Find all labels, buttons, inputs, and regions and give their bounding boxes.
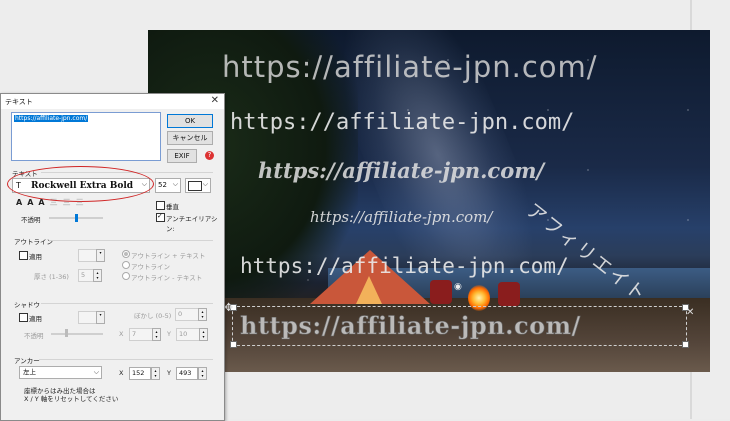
font-size-select[interactable]: 52 ⌵	[155, 178, 181, 193]
outline-option-label: アウトライン	[131, 263, 170, 271]
dialog-titlebar[interactable]: テキスト ✕	[1, 94, 224, 109]
shadow-color-picker[interactable]	[78, 311, 98, 324]
camp-chair	[430, 280, 452, 304]
watermark-text[interactable]: https://affiliate-jpn.com/	[310, 208, 492, 226]
shadow-opacity-label: 不透明	[24, 332, 44, 340]
blur-label: ぼかし (0-5)	[134, 312, 172, 320]
outline-option-radio[interactable]	[122, 261, 130, 269]
anchor-x-stepper[interactable]: ▴ ▾	[151, 367, 160, 380]
help-icon[interactable]: ?	[205, 151, 214, 160]
text-input[interactable]: https://affiliate-jpn.com/	[11, 112, 161, 161]
chevron-down-icon[interactable]: ▾	[96, 311, 105, 324]
anchor-x-input[interactable]: 152	[129, 367, 151, 380]
divider	[41, 303, 213, 304]
selection-box[interactable]	[230, 304, 689, 348]
anchor-position-value: 左上	[23, 368, 36, 376]
photo-canvas[interactable]: https://affiliate-jpn.com/ https://affil…	[148, 30, 710, 372]
vertical-label: 垂直	[166, 203, 179, 211]
bold-icon[interactable]: A	[16, 198, 27, 207]
vertical-checkbox[interactable]	[156, 201, 165, 210]
outline-section-label: アウトライン	[14, 238, 53, 246]
outline-option-radio[interactable]	[122, 250, 130, 258]
underline-icon[interactable]: A	[38, 198, 49, 207]
shadow-apply-label: 適用	[29, 315, 42, 323]
anchor-position-select[interactable]: 左上 ⌵	[19, 366, 102, 379]
outline-apply-label: 適用	[29, 253, 42, 261]
shadow-apply-checkbox[interactable]	[19, 313, 28, 322]
color-swatch	[188, 181, 202, 191]
blur-input[interactable]: 0	[175, 308, 199, 321]
italic-icon[interactable]: A	[27, 198, 38, 207]
font-size-value: 52	[158, 181, 167, 189]
shadow-opacity-slider-thumb[interactable]	[65, 329, 68, 337]
watermark-text[interactable]: https://affiliate-jpn.com/	[240, 254, 569, 278]
resize-handle[interactable]	[682, 341, 689, 348]
text-color-picker[interactable]: ⌵	[185, 178, 211, 193]
outline-option-radio[interactable]	[122, 272, 130, 280]
opacity-label: 不透明	[21, 216, 41, 224]
blur-stepper[interactable]: ▴ ▾	[198, 308, 207, 321]
close-icon[interactable]: ✕	[211, 95, 219, 106]
outline-color-picker[interactable]	[78, 249, 98, 262]
anchor-note: X / Y 軸をリセットしてください	[24, 395, 119, 403]
chevron-down-icon: ⌵	[172, 180, 178, 188]
delete-icon[interactable]: ✕	[686, 307, 694, 318]
thickness-label: 厚さ (1-36)	[34, 273, 69, 281]
text-input-value: https://affiliate-jpn.com/	[14, 115, 89, 122]
cancel-button[interactable]: キャンセル	[167, 131, 213, 145]
chevron-down-icon: ⌵	[93, 368, 99, 376]
shadow-y-label: Y	[167, 330, 171, 338]
divider	[39, 359, 213, 360]
text-dialog: テキスト ✕ https://affiliate-jpn.com/ OK キャン…	[0, 93, 225, 421]
shadow-section-label: シャドウ	[14, 301, 40, 309]
outline-apply-checkbox[interactable]	[19, 251, 28, 260]
eye-icon[interactable]: ◉	[454, 282, 462, 292]
outline-option-label: アウトライン - テキスト	[131, 274, 203, 282]
antialias-checkbox[interactable]	[156, 212, 165, 222]
dialog-title: テキスト	[5, 98, 33, 106]
camp-chair	[498, 282, 520, 306]
divider	[49, 240, 213, 241]
watermark-text[interactable]: https://affiliate-jpn.com/	[258, 158, 544, 183]
shadow-x-label: X	[119, 330, 124, 338]
watermark-text[interactable]: https://affiliate-jpn.com/	[222, 50, 598, 84]
chevron-down-icon: ⌵	[202, 180, 208, 188]
thickness-stepper[interactable]: ▴ ▾	[93, 269, 102, 282]
exif-button[interactable]: EXIF	[167, 149, 197, 163]
resize-handle[interactable]	[230, 341, 237, 348]
shadow-y-stepper[interactable]: ▴ ▾	[199, 328, 208, 341]
ok-button[interactable]: OK	[167, 114, 213, 128]
align-left-icon[interactable]: 三	[50, 198, 63, 207]
anchor-x-label: X	[119, 369, 124, 377]
anchor-section-label: アンカー	[14, 357, 40, 365]
antialias-label: アンチエイリアシン:	[166, 215, 218, 233]
anchor-y-input[interactable]: 493	[176, 367, 198, 380]
chevron-down-icon[interactable]: ▾	[96, 249, 105, 262]
shadow-opacity-slider[interactable]	[51, 333, 103, 335]
watermark-text[interactable]: https://affiliate-jpn.com/	[230, 110, 574, 135]
align-right-icon[interactable]: 三	[76, 198, 89, 207]
shadow-x-stepper[interactable]: ▴ ▾	[152, 328, 161, 341]
anchor-y-stepper[interactable]: ▴ ▾	[198, 367, 207, 380]
style-buttons: AAA三三三	[16, 197, 89, 208]
anchor-y-label: Y	[167, 369, 171, 377]
move-icon[interactable]: ✥	[224, 302, 233, 313]
outline-option-label: アウトライン + テキスト	[131, 252, 206, 260]
shadow-y-input[interactable]: 10	[176, 328, 200, 341]
thickness-input[interactable]: 5	[78, 269, 94, 282]
shadow-x-input[interactable]: 7	[129, 328, 153, 341]
align-center-icon[interactable]: 三	[63, 198, 76, 207]
opacity-slider-thumb[interactable]	[75, 214, 78, 222]
